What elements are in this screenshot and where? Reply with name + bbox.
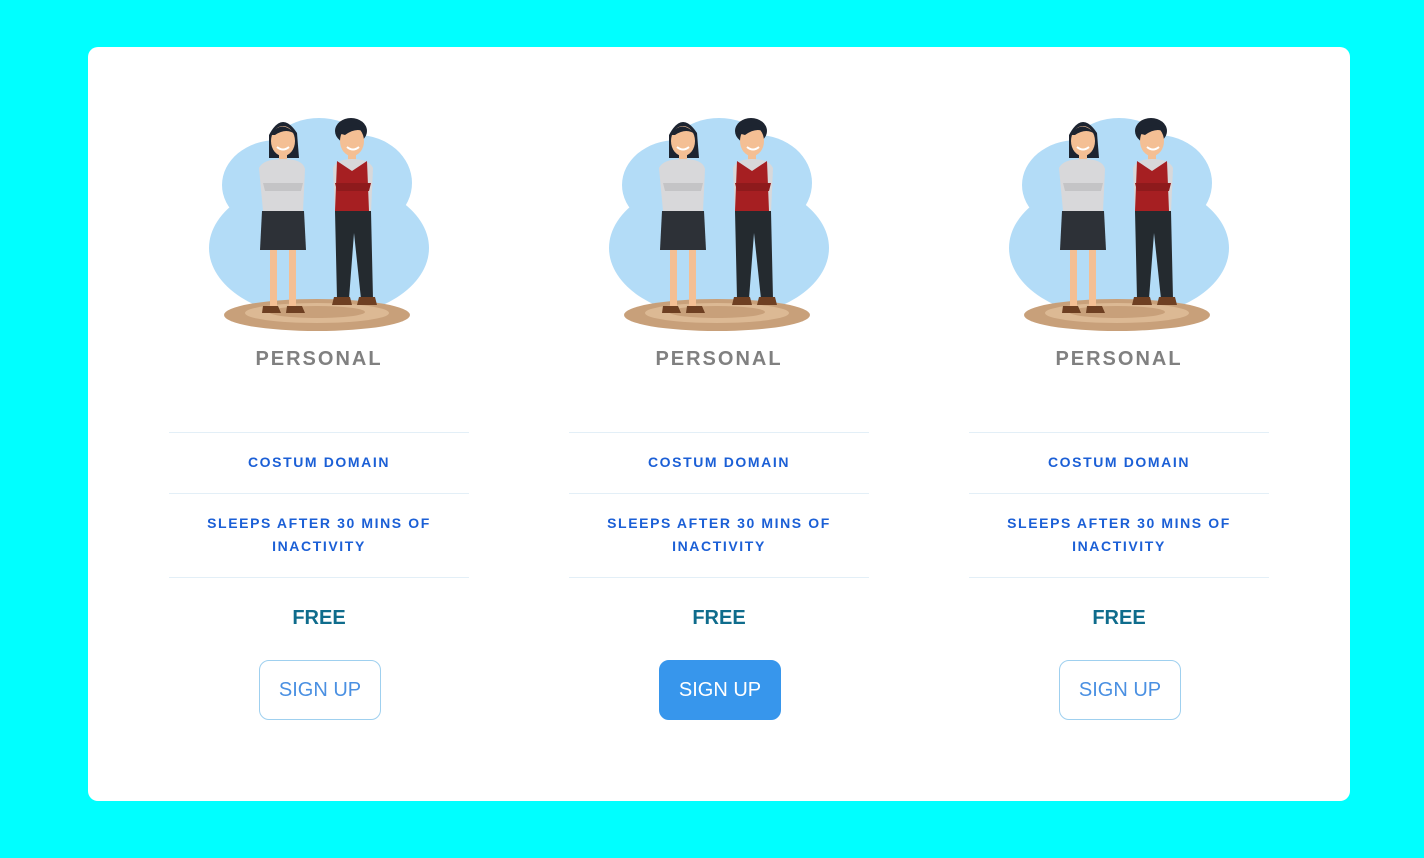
feature-sleep-policy: SLEEPS AFTER 30 MINS OF INACTIVITY <box>1007 515 1231 554</box>
feature-custom-domain: COSTUM DOMAIN <box>247 454 391 470</box>
pricing-panel: PERSONAL COSTUM DOMAIN SLEEPS AFTER 30 M… <box>88 47 1350 801</box>
plan-title: PERSONAL <box>655 348 783 370</box>
two-people-illustration <box>608 117 830 332</box>
pricing-card: PERSONAL COSTUM DOMAIN SLEEPS AFTER 30 M… <box>569 47 869 801</box>
pricing-card: PERSONAL COSTUM DOMAIN SLEEPS AFTER 30 M… <box>969 47 1269 801</box>
plan-title: PERSONAL <box>255 348 383 370</box>
divider <box>569 577 869 578</box>
sign-up-button[interactable]: SIGN UP <box>659 660 781 720</box>
divider <box>569 493 869 494</box>
two-people-illustration <box>208 117 430 332</box>
sign-up-button[interactable]: SIGN UP <box>259 660 381 720</box>
divider <box>169 577 469 578</box>
feature-sleep-policy: SLEEPS AFTER 30 MINS OF INACTIVITY <box>607 515 831 554</box>
plan-price: FREE <box>1092 607 1146 629</box>
feature-custom-domain: COSTUM DOMAIN <box>647 454 791 470</box>
divider <box>169 493 469 494</box>
pricing-card: PERSONAL COSTUM DOMAIN SLEEPS AFTER 30 M… <box>169 47 469 801</box>
divider <box>969 493 1269 494</box>
plan-price: FREE <box>292 607 346 629</box>
divider <box>969 432 1269 433</box>
plan-title: PERSONAL <box>1055 348 1183 370</box>
feature-sleep-policy: SLEEPS AFTER 30 MINS OF INACTIVITY <box>207 515 431 554</box>
sign-up-button[interactable]: SIGN UP <box>1059 660 1181 720</box>
divider <box>969 577 1269 578</box>
two-people-illustration <box>1008 117 1230 332</box>
divider <box>169 432 469 433</box>
plan-price: FREE <box>692 607 746 629</box>
divider <box>569 432 869 433</box>
feature-custom-domain: COSTUM DOMAIN <box>1047 454 1191 470</box>
